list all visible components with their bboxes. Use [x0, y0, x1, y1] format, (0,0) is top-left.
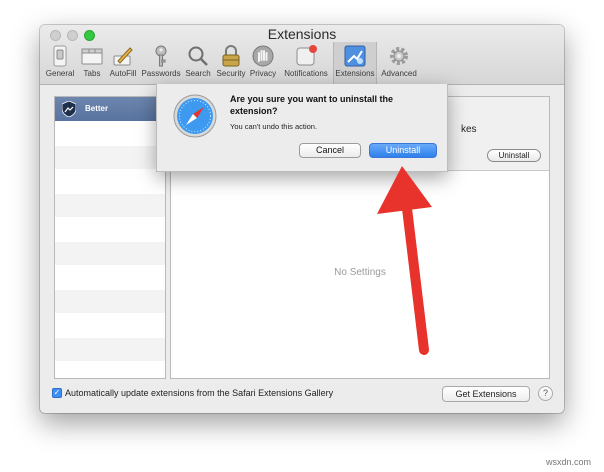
tab-extensions[interactable]: Extensions	[333, 42, 377, 85]
tab-autofill[interactable]: AutoFill	[106, 43, 140, 81]
help-button[interactable]: ?	[538, 386, 553, 401]
tab-label: Search	[185, 69, 211, 78]
cancel-button[interactable]: Cancel	[299, 143, 361, 158]
uninstall-extension-button[interactable]: Uninstall	[487, 149, 541, 162]
tab-label: Tabs	[83, 69, 101, 78]
get-extensions-button[interactable]: Get Extensions	[442, 386, 530, 402]
window-title: Extensions	[267, 26, 337, 42]
confirm-uninstall-button[interactable]: Uninstall	[369, 143, 437, 158]
watermark-text: wsxdn.com	[546, 457, 592, 467]
puzzle-icon	[344, 45, 366, 67]
extension-title-fragment: kes	[461, 124, 477, 135]
dialog-title: Are you sure you want to uninstall the e…	[230, 94, 394, 116]
tab-search[interactable]: Search	[182, 43, 214, 81]
list-item	[55, 218, 165, 242]
key-icon	[155, 45, 167, 67]
tab-label: Privacy	[249, 69, 277, 78]
tab-notifications[interactable]: Notifications	[280, 43, 332, 81]
notification-icon	[296, 45, 317, 66]
list-item-selected-extension[interactable]: Better	[55, 97, 165, 122]
tab-label: Passwords	[141, 69, 181, 78]
gear-icon	[390, 47, 408, 65]
tab-label: AutoFill	[109, 69, 137, 78]
list-item	[55, 290, 165, 314]
tab-tabs[interactable]: Tabs	[78, 43, 106, 81]
safari-compass-icon	[173, 94, 217, 138]
titlebar: Extensions General Tabs AutoFill Passwor…	[40, 25, 564, 85]
switch-icon	[53, 45, 67, 67]
list-item	[55, 170, 165, 194]
auto-update-label: Automatically update extensions from the…	[65, 388, 334, 398]
tab-label: Extensions	[335, 69, 375, 78]
tab-general[interactable]: General	[42, 43, 78, 81]
list-item	[55, 146, 165, 170]
pencil-icon	[113, 47, 133, 66]
list-item	[55, 266, 165, 290]
tab-label: Notifications	[284, 69, 328, 78]
auto-update-checkbox[interactable]: ✓	[52, 388, 62, 398]
padlock-icon	[222, 45, 240, 67]
dialog-message: You can't undo this action.	[230, 122, 318, 131]
tab-advanced[interactable]: Advanced	[378, 43, 420, 81]
tab-passwords[interactable]: Passwords	[140, 43, 182, 81]
shield-icon	[62, 101, 76, 117]
list-item	[55, 122, 165, 146]
extensions-list[interactable]: Better	[54, 96, 166, 379]
list-item	[55, 314, 165, 338]
tab-security[interactable]: Security	[214, 43, 248, 81]
tab-privacy[interactable]: Privacy	[248, 43, 278, 81]
tab-label: Advanced	[381, 69, 417, 78]
no-settings-label: No Settings	[334, 267, 386, 278]
list-item	[55, 194, 165, 218]
list-item	[55, 338, 165, 362]
extension-name: Better	[85, 104, 109, 113]
tab-label: Security	[216, 69, 246, 78]
magnifier-icon	[188, 46, 208, 66]
list-item	[55, 242, 165, 266]
hand-icon	[252, 45, 274, 67]
tabs-icon	[81, 48, 103, 65]
tab-label: General	[45, 69, 75, 78]
uninstall-confirmation-dialog: Are you sure you want to uninstall the e…	[156, 84, 448, 172]
